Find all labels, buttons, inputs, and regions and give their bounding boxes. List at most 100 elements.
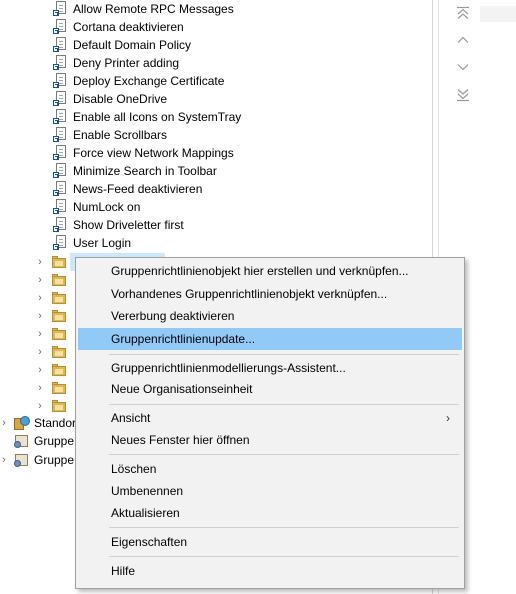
tree-item-label: Minimize Search in Toolbar — [73, 164, 217, 178]
move-up-icon — [457, 36, 469, 43]
chevron-right-icon[interactable]: › — [34, 397, 46, 415]
tree-item-ou[interactable]: › — [34, 253, 74, 271]
tree-item-label: Allow Remote RPC Messages — [73, 2, 234, 16]
tree-item-ou[interactable]: › — [34, 307, 74, 325]
tree-item-group-policy[interactable]: Gruppe — [0, 432, 76, 450]
folder-icon — [52, 274, 66, 286]
gpo-link-icon — [53, 217, 67, 232]
gpo-link-icon — [53, 145, 67, 160]
menu-item-label: Gruppenrichtlinienmodellierungs-Assisten… — [111, 361, 346, 375]
tree-item-ou[interactable]: › — [34, 397, 74, 415]
menu-item-link-existing-gpo[interactable]: Vorhandenes Gruppenrichtlinienobjekt ver… — [78, 283, 462, 305]
gpo-link-icon — [53, 37, 67, 52]
site-icon — [14, 416, 30, 430]
chevron-right-icon[interactable]: › — [0, 414, 10, 432]
tree-item-group-policy[interactable]: › Gruppe — [0, 451, 76, 469]
menu-item-properties[interactable]: Eigenschaften — [78, 531, 462, 553]
folder-icon — [52, 346, 66, 358]
tree-item-label: Disable OneDrive — [73, 92, 168, 106]
gpo-link-icon — [53, 109, 67, 124]
tree-item-label: Default Domain Policy — [73, 38, 192, 52]
menu-separator — [109, 454, 459, 455]
gpo-link-icon — [53, 127, 67, 142]
details-pane-edge — [480, 6, 516, 22]
move-down-button[interactable] — [452, 57, 474, 77]
menu-item-new-window[interactable]: Neues Fenster hier öffnen — [78, 429, 462, 451]
gpo-link-icon — [53, 199, 67, 214]
tree-item-label: Enable Scrollbars — [73, 128, 168, 142]
tree-item-label: News-Feed deaktivieren — [73, 182, 203, 196]
move-up-button[interactable] — [452, 30, 474, 50]
tree-item-label: User Login — [73, 236, 132, 250]
menu-item-label: Umbenennen — [111, 484, 184, 498]
chevron-right-icon[interactable]: › — [34, 361, 46, 379]
chevron-right-icon[interactable]: › — [34, 253, 46, 271]
tree-item-label: Enable all Icons on SystemTray — [73, 110, 242, 124]
tree-item-ou[interactable]: › — [34, 343, 74, 361]
menu-item-label: Aktualisieren — [111, 506, 180, 520]
menu-separator — [109, 556, 459, 557]
group-policy-icon — [14, 434, 30, 448]
move-to-top-button[interactable] — [452, 3, 474, 23]
menu-item-rename[interactable]: Umbenennen — [78, 480, 462, 502]
menu-item-label: Hilfe — [111, 564, 136, 578]
move-to-top-icon — [457, 6, 469, 19]
chevron-right-icon[interactable]: › — [34, 271, 46, 289]
menu-item-label: Vorhandenes Gruppenrichtlinienobjekt ver… — [111, 287, 388, 301]
context-menu[interactable]: Gruppenrichtlinienobjekt hier erstellen … — [75, 257, 465, 589]
menu-item-create-link-gpo[interactable]: Gruppenrichtlinienobjekt hier erstellen … — [78, 260, 462, 282]
group-policy-icon — [14, 453, 30, 467]
move-to-bottom-icon — [457, 89, 469, 102]
chevron-right-icon[interactable]: › — [34, 289, 46, 307]
menu-item-refresh[interactable]: Aktualisieren — [78, 502, 462, 524]
menu-item-group-policy-update[interactable]: Gruppenrichtlinienupdate... — [78, 328, 462, 350]
submenu-arrow-icon: › — [446, 411, 450, 425]
chevron-right-icon[interactable]: › — [34, 343, 46, 361]
gpo-link-icon — [53, 235, 67, 250]
tree-item-ou[interactable]: › — [34, 271, 74, 289]
menu-item-label: Vererbung deaktivieren — [111, 309, 235, 323]
tree-item-label: Deny Printer adding — [73, 56, 180, 70]
tree-item-label: Standor — [34, 416, 77, 430]
menu-item-new-ou[interactable]: Neue Organisationseinheit — [78, 378, 462, 400]
menu-item-help[interactable]: Hilfe — [78, 560, 462, 582]
move-to-bottom-button[interactable] — [452, 85, 474, 105]
folder-icon — [52, 310, 66, 322]
folder-icon — [52, 256, 66, 268]
menu-item-label: Ansicht — [111, 411, 151, 425]
menu-separator — [109, 354, 459, 355]
tree-item-ou[interactable]: › — [34, 289, 74, 307]
tree-item-ou[interactable]: › — [34, 361, 74, 379]
tree-item-sites[interactable]: › Standor — [0, 414, 76, 432]
tree-item-label: Cortana deaktivieren — [73, 20, 184, 34]
tree-item-ou[interactable]: › — [34, 325, 74, 343]
menu-item-block-inheritance[interactable]: Vererbung deaktivieren — [78, 305, 462, 327]
folder-icon — [52, 400, 66, 412]
menu-item-label: Gruppenrichtlinienobjekt hier erstellen … — [111, 264, 409, 278]
gpo-link-icon — [53, 73, 67, 88]
chevron-right-icon[interactable]: › — [0, 451, 10, 469]
chevron-right-icon[interactable]: › — [34, 307, 46, 325]
menu-separator — [109, 527, 459, 528]
folder-icon — [52, 364, 66, 376]
gpo-link-icon — [53, 1, 67, 16]
menu-separator — [109, 404, 459, 405]
tree-item-ou[interactable]: › — [34, 379, 74, 397]
menu-item-modeling-wizard[interactable]: Gruppenrichtlinienmodellierungs-Assisten… — [78, 357, 462, 379]
chevron-right-icon[interactable]: › — [34, 379, 46, 397]
folder-icon — [52, 328, 66, 340]
tree-item-label: Gruppe — [34, 434, 75, 448]
menu-item-label: Neue Organisationseinheit — [111, 382, 253, 396]
menu-item-view[interactable]: Ansicht › — [78, 407, 462, 429]
menu-item-label: Neues Fenster hier öffnen — [111, 433, 250, 447]
menu-item-delete[interactable]: Löschen — [78, 458, 462, 480]
gpo-link-icon — [53, 163, 67, 178]
chevron-right-icon[interactable]: › — [34, 325, 46, 343]
tree-item-label: Force view Network Mappings — [73, 146, 234, 160]
gpo-link-icon — [53, 19, 67, 34]
folder-icon — [52, 382, 66, 394]
folder-icon — [52, 292, 66, 304]
menu-item-label: Eigenschaften — [111, 535, 188, 549]
gpo-link-icon — [53, 91, 67, 106]
gpo-link-icon — [53, 181, 67, 196]
